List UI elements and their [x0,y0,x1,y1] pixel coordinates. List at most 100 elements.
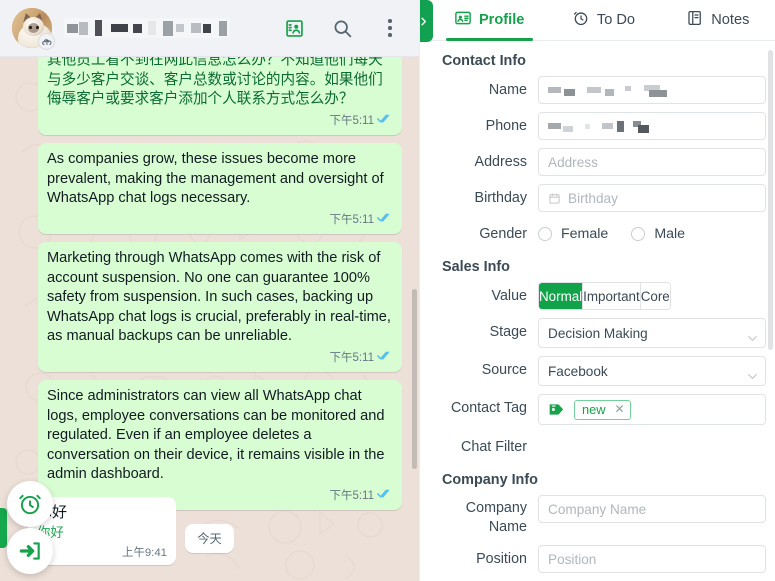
company-name-field[interactable]: Company Name [538,495,766,523]
label-contact-tag: Contact Tag [450,400,527,416]
label-address: Address [474,154,527,170]
label-position: Position [476,551,527,567]
upload-icon[interactable] [38,33,55,50]
message-meta: 下午5:11 [329,112,393,132]
message-time: 下午5:11 [329,114,374,127]
chat-scrollbar-thumb[interactable] [412,289,417,469]
label-source: Source [481,362,527,378]
label-phone: Phone [485,118,527,134]
source-value: Facebook [548,363,608,379]
label-chat-filter: Chat Filter [461,439,527,455]
phone-value-redacted [548,120,649,133]
read-receipt-icon [377,211,393,231]
label-stage: Stage [489,324,527,340]
message-time: 下午5:11 [329,213,374,226]
message-meta: 下午5:11 [329,211,393,231]
avatar[interactable] [12,8,55,50]
message-text: Since administrators can view all WhatsA… [47,388,385,482]
field-row-company-name: Company Name Company Name [420,495,766,537]
radio-male[interactable] [631,227,646,241]
section-title-sales-info: Sales Info [442,259,510,275]
value-option-normal[interactable]: Normal [539,283,584,309]
tab-notes-label: Notes [711,12,750,28]
field-row-value: Value Normal Important Core [420,282,766,310]
value-segmented-control: Normal Important Core [538,282,671,310]
header-actions [279,13,405,43]
section-title-contact-info: Contact Info [442,53,526,69]
tag-chip-label: new [582,401,606,417]
message-text: 其他员工看不到在网此信息怎么办？不知道他们每天与多少客户交谈、客户总数或讨论的内… [47,57,383,107]
read-receipt-icon [377,349,393,369]
close-icon[interactable]: ✕ [614,403,624,415]
name-value-redacted [548,84,667,97]
contact-name-redacted [64,18,230,38]
value-option-core[interactable]: Core [640,283,670,309]
company-name-placeholder: Company Name [548,501,647,517]
field-row-gender: Gender Female Male [420,220,766,248]
message-bubble[interactable]: As companies grow, these issues become m… [38,143,402,234]
label-company-name-line1: Company [465,500,527,516]
more-vertical-icon[interactable] [375,13,405,43]
birthday-field[interactable]: Birthday [538,184,766,212]
stage-value: Decision Making [548,325,648,341]
message-time: 下午5:11 [329,351,374,364]
tag-icon[interactable] [548,401,565,418]
read-receipt-icon [377,112,393,132]
position-placeholder: Position [548,551,597,567]
address-field[interactable]: Address [538,148,766,176]
phone-field[interactable] [538,112,766,140]
chat-header [0,0,419,57]
field-row-name: Name [420,76,766,104]
radio-male-label: Male [654,226,686,242]
panel-scrollbar[interactable] [768,50,773,570]
left-edge-accent [0,508,7,548]
field-row-address: Address Address [420,148,766,176]
position-field[interactable]: Position [538,545,766,573]
clock-icon [572,9,590,31]
label-birthday: Birthday [474,190,527,206]
message-time: 下午5:11 [329,489,374,502]
name-field[interactable] [538,76,766,104]
source-select[interactable]: Facebook [538,356,766,386]
chat-scrollbar[interactable] [412,119,417,581]
field-row-stage: Stage Decision Making [420,318,766,348]
tab-notes[interactable]: Notes [661,0,775,40]
alarm-clock-icon[interactable] [7,481,53,527]
value-option-important[interactable]: Important [583,283,641,309]
panel-scrollbar-thumb[interactable] [768,50,773,350]
panel-tabs: Profile To Do Notes [420,0,775,41]
tag-chip[interactable]: new ✕ [574,399,631,420]
contact-card-icon[interactable] [279,13,309,43]
section-title-company-info: Company Info [442,472,538,488]
search-icon[interactable] [327,13,357,43]
message-meta: 下午5:11 [329,349,393,369]
tab-todo[interactable]: To Do [546,0,660,40]
tab-profile-label: Profile [478,12,525,28]
panel-collapse-toggle[interactable] [420,0,433,42]
message-bubble[interactable]: 其他员工看不到在网此信息怎么办？不知道他们每天与多少客户交谈、客户总数或讨论的内… [38,57,402,135]
panel-scroll-area[interactable]: Contact Info Name Phone Address Address … [420,42,775,581]
gender-radio-group: Female Male [538,220,699,248]
field-row-phone: Phone [420,112,766,140]
incoming-message-text: 你好 [37,504,68,521]
app-root: 其他员工看不到在网此信息怎么办？不知道他们每天与多少客户交谈、客户总数或讨论的内… [0,0,775,581]
birthday-placeholder: Birthday [568,190,618,206]
read-receipt-icon [377,487,393,507]
contact-tag-field[interactable]: new ✕ [538,394,766,425]
field-row-position: Position Position [420,545,766,573]
field-row-chat-filter: Chat Filter [420,433,766,461]
field-row-source: Source Facebook [420,356,766,386]
label-company-name: Company Name [430,495,538,537]
field-row-contact-tag: Contact Tag new ✕ [420,394,766,425]
stage-select[interactable]: Decision Making [538,318,766,348]
label-gender: Gender [479,226,527,242]
message-bubble[interactable]: Marketing through WhatsApp comes with th… [38,242,402,372]
calendar-icon [548,192,561,205]
radio-female-label: Female [561,226,609,242]
message-bubble[interactable]: Since administrators can view all WhatsA… [38,380,402,510]
tab-todo-label: To Do [596,12,636,28]
sign-in-icon[interactable] [7,528,53,574]
incoming-message-time: 上午9:41 [122,547,167,559]
tab-profile[interactable]: Profile [432,0,546,41]
radio-female[interactable] [538,227,552,241]
